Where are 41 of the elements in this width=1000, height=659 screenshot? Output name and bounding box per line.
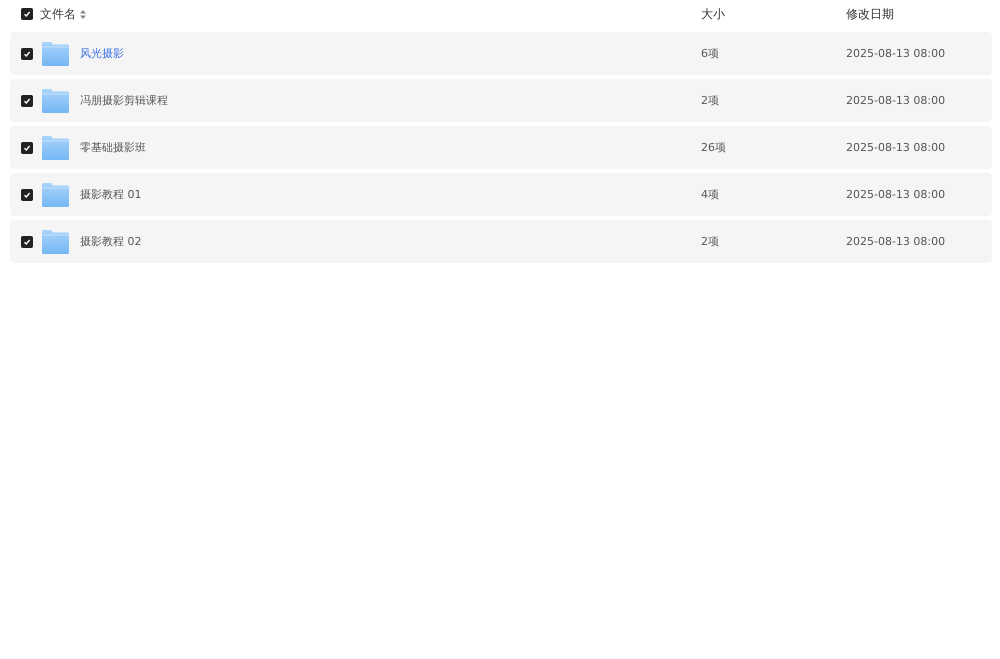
folder-icon [42, 230, 69, 254]
file-row[interactable]: 零基础摄影班 26项 2025-08-13 08:00 [10, 126, 992, 169]
check-icon [23, 238, 31, 246]
item-count: 26项 [701, 140, 727, 155]
column-header[interactable]: 文件名 [40, 6, 76, 22]
item-count: 6项 [701, 46, 720, 61]
check-icon [23, 10, 31, 18]
modified-date: 2025-08-13 08:00 [846, 47, 946, 60]
file-name[interactable]: 风光摄影 [80, 46, 124, 61]
file-row[interactable]: 冯朋摄影剪辑课程 2项 2025-08-13 08:00 [10, 79, 992, 122]
folder-icon [42, 88, 69, 112]
column-header[interactable]: 修改日期 [846, 6, 992, 22]
checkbox[interactable] [21, 8, 33, 20]
file-name[interactable]: 摄影教程 02 [80, 234, 142, 249]
modified-date: 2025-08-13 08:00 [846, 94, 946, 107]
folder-icon [42, 42, 69, 66]
column-header[interactable]: 大小 [701, 6, 846, 22]
check-icon [23, 144, 31, 152]
item-count: 2项 [701, 234, 720, 249]
checkbox[interactable] [21, 236, 33, 248]
file-name[interactable]: 零基础摄影班 [80, 140, 146, 155]
file-name[interactable]: 摄影教程 01 [80, 187, 142, 202]
folder-icon [42, 182, 69, 206]
checkbox[interactable] [21, 94, 33, 106]
item-count: 2项 [701, 93, 720, 108]
file-row[interactable]: 风光摄影 6项 2025-08-13 08:00 [10, 32, 992, 75]
checkbox[interactable] [21, 188, 33, 200]
modified-date: 2025-08-13 08:00 [846, 141, 946, 154]
modified-date: 2025-08-13 08:00 [846, 188, 946, 201]
file-name[interactable]: 冯朋摄影剪辑课程 [80, 93, 168, 108]
sort-icon[interactable] [80, 10, 86, 18]
folder-icon [42, 136, 69, 160]
file-row[interactable]: 摄影教程 02 2项 2025-08-13 08:00 [10, 220, 992, 263]
checkbox[interactable] [21, 142, 33, 154]
item-count: 4项 [701, 187, 720, 202]
check-icon [23, 96, 31, 104]
file-row[interactable]: 摄影教程 01 4项 2025-08-13 08:00 [10, 173, 992, 216]
check-icon [23, 50, 31, 58]
check-icon [23, 190, 31, 198]
modified-date: 2025-08-13 08:00 [846, 235, 946, 248]
checkbox[interactable] [21, 48, 33, 60]
